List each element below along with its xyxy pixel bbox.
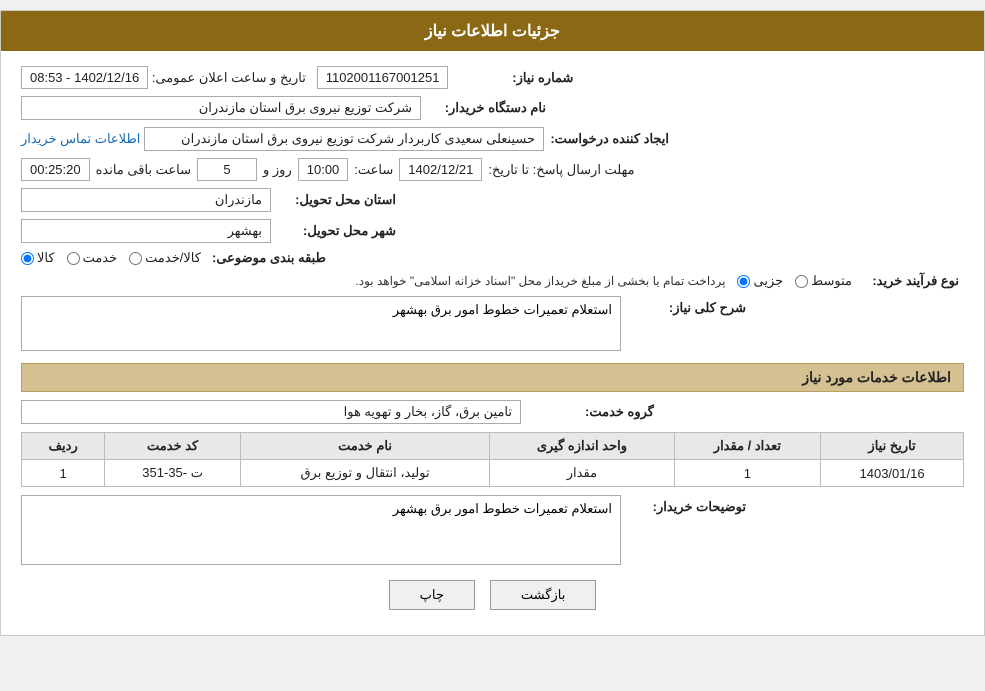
need-number-row: شماره نیاز: 1102001167001251 تاریخ و ساع… [21, 66, 964, 89]
cell-row-num: 1 [22, 460, 105, 487]
purchase-type-radio-jozii[interactable]: جزیی [737, 273, 783, 289]
cell-need-date: 1403/01/16 [821, 460, 964, 487]
purchase-type-label: نوع فرآیند خرید: [864, 273, 964, 289]
back-button[interactable]: بازگشت [490, 580, 596, 610]
print-button[interactable]: چاپ [389, 580, 475, 610]
category-radio-kala-input[interactable] [21, 252, 34, 265]
buyer-notes-label: توضیحات خریدار: [621, 495, 751, 515]
category-radio-kala-khidmat[interactable]: کالا/خدمت [129, 250, 201, 266]
deadline-date: 1402/12/21 [399, 158, 482, 181]
creator-row: ایجاد کننده درخواست: حسینعلی سعیدی کاربر… [21, 127, 964, 151]
content-area: شماره نیاز: 1102001167001251 تاریخ و ساع… [1, 51, 984, 635]
city-value: بهشهر [21, 219, 271, 243]
col-service-code: کد خدمت [105, 433, 241, 460]
cell-service-code: ت -35-351 [105, 460, 241, 487]
category-radio-khidmat[interactable]: خدمت [67, 250, 118, 266]
creator-label: ایجاد کننده درخواست: [544, 131, 674, 147]
buyer-org-row: نام دستگاه خریدار: شرکت توزیع نیروی برق … [21, 96, 964, 120]
category-radio-kala-khidmat-label: کالا/خدمت [145, 250, 201, 266]
announce-date-label: تاریخ و ساعت اعلان عمومی: [152, 70, 306, 86]
need-desc-textarea[interactable] [21, 296, 621, 351]
page-header: جزئیات اطلاعات نیاز [1, 11, 984, 51]
buyer-notes-row: توضیحات خریدار: [21, 495, 964, 565]
buyer-notes-textarea[interactable] [21, 495, 621, 565]
creator-value: حسینعلی سعیدی کاربردار شرکت توزیع نیروی … [144, 127, 544, 151]
city-label: شهر محل تحویل: [271, 223, 401, 239]
purchase-type-radio-medium-input[interactable] [795, 275, 808, 288]
deadline-days: 5 [197, 158, 257, 181]
need-number-label: شماره نیاز: [448, 70, 578, 86]
deadline-label: مهلت ارسال پاسخ: تا تاریخ: [488, 162, 634, 178]
col-unit: واحد اندازه گیری [490, 433, 675, 460]
province-value: مازندران [21, 188, 271, 212]
group-service-row: گروه خدمت: تامین برق، گاز، بخار و تهویه … [21, 400, 964, 424]
category-radio-group: کالا/خدمت خدمت کالا [21, 250, 201, 266]
services-table: تاریخ نیاز تعداد / مقدار واحد اندازه گیر… [21, 432, 964, 487]
deadline-row: مهلت ارسال پاسخ: تا تاریخ: 1402/12/21 سا… [21, 158, 964, 181]
purchase-type-radio-jozii-label: جزیی [753, 273, 783, 289]
contact-link[interactable]: اطلاعات تماس خریدار [21, 131, 140, 147]
purchase-type-row: نوع فرآیند خرید: متوسط جزیی پرداخت تمام … [21, 273, 964, 289]
col-row-num: ردیف [22, 433, 105, 460]
category-label: طبقه بندی موضوعی: [201, 250, 331, 266]
col-service-name: نام خدمت [240, 433, 489, 460]
category-radio-kala-khidmat-input[interactable] [129, 252, 142, 265]
purchase-type-radio-medium-label: متوسط [811, 273, 852, 289]
purchase-type-note: پرداخت تمام یا بخشی از مبلغ خریداز محل "… [21, 274, 725, 288]
category-row: طبقه بندی موضوعی: کالا/خدمت خدمت کالا [21, 250, 964, 266]
purchase-type-radio-jozii-input[interactable] [737, 275, 750, 288]
page-title: جزئیات اطلاعات نیاز [425, 23, 560, 40]
purchase-type-radio-medium[interactable]: متوسط [795, 273, 852, 289]
table-row: 1403/01/16 1 مقدار تولید، انتقال و توزیع… [22, 460, 964, 487]
cell-quantity: 1 [674, 460, 820, 487]
group-service-value: تامین برق، گاز، بخار و تهویه هوا [21, 400, 521, 424]
group-service-label: گروه خدمت: [529, 404, 659, 420]
category-radio-khidmat-input[interactable] [67, 252, 80, 265]
need-desc-label: شرح کلی نیاز: [621, 296, 751, 316]
cell-unit: مقدار [490, 460, 675, 487]
page-wrapper: جزئیات اطلاعات نیاز شماره نیاز: 11020011… [0, 10, 985, 636]
announce-date-value: 1402/12/16 - 08:53 [21, 66, 148, 89]
category-radio-khidmat-label: خدمت [83, 250, 118, 266]
need-number-value: 1102001167001251 [317, 66, 449, 89]
city-row: شهر محل تحویل: بهشهر [21, 219, 964, 243]
services-section-title: اطلاعات خدمات مورد نیاز [21, 363, 964, 392]
province-row: استان محل تحویل: مازندران [21, 188, 964, 212]
cell-service-name: تولید، انتقال و توزیع برق [240, 460, 489, 487]
buyer-org-value: شرکت توزیع نیروی برق استان مازندران [21, 96, 421, 120]
col-need-date: تاریخ نیاز [821, 433, 964, 460]
buyer-org-label: نام دستگاه خریدار: [421, 100, 551, 116]
deadline-remaining: 00:25:20 [21, 158, 90, 181]
deadline-remaining-label: ساعت باقی مانده [96, 162, 191, 178]
province-label: استان محل تحویل: [271, 192, 401, 208]
category-radio-kala-label: کالا [37, 250, 55, 266]
purchase-type-radio-group: متوسط جزیی [737, 273, 852, 289]
buttons-row: بازگشت چاپ [21, 580, 964, 610]
category-radio-kala[interactable]: کالا [21, 250, 55, 266]
deadline-time-label: ساعت: [354, 162, 393, 178]
need-desc-row: شرح کلی نیاز: [21, 296, 964, 351]
deadline-days-label: روز و [263, 162, 292, 178]
deadline-time: 10:00 [298, 158, 349, 181]
col-quantity: تعداد / مقدار [674, 433, 820, 460]
